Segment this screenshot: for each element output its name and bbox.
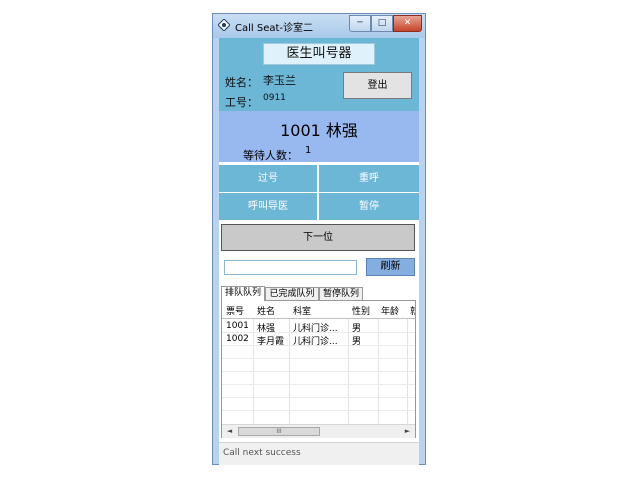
current-patient: 1001 林强 xyxy=(280,121,358,140)
recall-button[interactable]: 重呼 xyxy=(319,165,419,192)
close-button[interactable]: ✕ xyxy=(393,15,422,32)
name-cell: 李月霞 xyxy=(257,337,285,347)
doctor-info-panel: 医生叫号器 姓名： 李玉兰 工号： 0911 登出 xyxy=(219,38,419,111)
action-buttons: 过号 重呼 呼叫导医 暂停 xyxy=(219,162,419,220)
ticket-cell: 1001 xyxy=(226,321,249,331)
pass-button[interactable]: 过号 xyxy=(219,165,317,192)
column-divider xyxy=(407,301,408,426)
tab-completed[interactable]: 已完成队列 xyxy=(265,287,319,300)
waiting-label: 等待人数： xyxy=(243,149,298,162)
column-divider xyxy=(348,301,349,426)
minimize-button[interactable]: ─ xyxy=(349,15,371,32)
waiting-count: 1 xyxy=(305,145,312,156)
next-patient-button[interactable]: 下一位 xyxy=(221,224,415,251)
gender-cell: 男 xyxy=(352,337,362,347)
column-header[interactable]: 姓名 xyxy=(257,304,275,317)
row-divider xyxy=(222,397,415,398)
column-divider xyxy=(253,301,254,426)
call-guide-button[interactable]: 呼叫导医 xyxy=(219,193,317,220)
row-divider xyxy=(222,371,415,372)
refresh-button[interactable]: 刷新 xyxy=(366,258,415,276)
scroll-left-icon[interactable]: ◄ xyxy=(223,425,236,438)
status-bar: Call next success xyxy=(219,442,419,465)
row-divider xyxy=(222,384,415,385)
horizontal-scrollbar[interactable]: ◄ III ► xyxy=(222,424,415,438)
queue-table: 票号 姓名 科室 性别 年龄 就 1001 林强 儿科门诊... 男 1002 xyxy=(221,300,416,438)
status-text: Call next success xyxy=(223,448,301,458)
scroll-right-icon[interactable]: ► xyxy=(401,425,414,438)
pause-button[interactable]: 暂停 xyxy=(319,193,419,220)
column-header[interactable]: 票号 xyxy=(226,304,244,317)
column-header[interactable]: 就 xyxy=(410,304,415,317)
title-bar[interactable]: Call Seat-诊室二 ─ □ ✕ xyxy=(213,14,425,38)
client-area: 医生叫号器 姓名： 李玉兰 工号： 0911 登出 1001 林强 等待人数： … xyxy=(219,38,419,465)
tab-paused[interactable]: 暂停队列 xyxy=(319,287,363,300)
queue-tabs: 排队队列 已完成队列 暂停队列 xyxy=(219,286,419,301)
logout-button[interactable]: 登出 xyxy=(343,72,412,99)
name-label: 姓名： xyxy=(225,76,258,89)
column-header[interactable]: 性别 xyxy=(352,304,370,317)
scroll-thumb[interactable]: III xyxy=(238,427,320,436)
ticket-cell: 1002 xyxy=(226,334,249,344)
search-input[interactable] xyxy=(224,260,357,275)
column-divider xyxy=(378,301,379,426)
current-call-panel: 1001 林强 等待人数： 1 xyxy=(219,111,419,162)
table-header: 票号 姓名 科室 性别 年龄 就 xyxy=(222,301,415,319)
name-cell: 林强 xyxy=(257,324,276,334)
column-header[interactable]: 年龄 xyxy=(381,304,399,317)
department-cell: 儿科门诊... xyxy=(293,337,338,347)
window-title: Call Seat-诊室二 xyxy=(235,23,314,34)
call-seat-window: Call Seat-诊室二 ─ □ ✕ 医生叫号器 姓名： 李玉兰 工号： 09… xyxy=(212,13,426,465)
row-divider xyxy=(222,410,415,411)
department-cell: 儿科门诊... xyxy=(293,324,338,334)
row-divider xyxy=(222,358,415,359)
id-label: 工号： xyxy=(225,96,258,109)
app-title: 医生叫号器 xyxy=(263,43,375,65)
gender-cell: 男 xyxy=(352,324,362,334)
tab-queue[interactable]: 排队队列 xyxy=(221,286,265,301)
doctor-name: 李玉兰 xyxy=(263,74,296,87)
app-icon xyxy=(218,19,230,31)
column-header[interactable]: 科室 xyxy=(293,304,311,317)
maximize-button[interactable]: □ xyxy=(371,15,393,32)
column-divider xyxy=(289,301,290,426)
doctor-id: 0911 xyxy=(263,93,286,103)
